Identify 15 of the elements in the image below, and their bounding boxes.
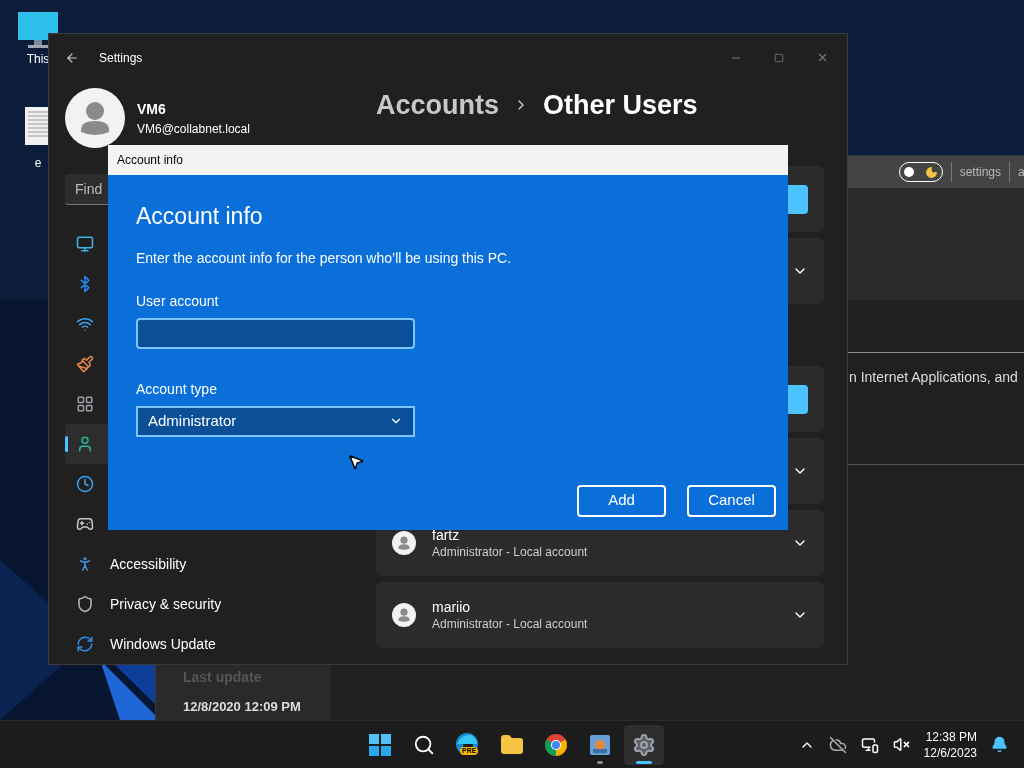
body-text: n Internet Applications, and [849, 369, 1018, 385]
user-name: mariio [432, 598, 472, 616]
window-title: Settings [99, 49, 143, 67]
user-name: VM6 [137, 99, 167, 119]
user-name: fartz [432, 526, 461, 544]
field-label: User account [136, 291, 220, 311]
user-detail: Administrator - Local account [432, 616, 589, 632]
dialog-heading: Account info [136, 202, 264, 231]
user-detail: Administrator - Local account [432, 544, 589, 560]
field-label: Account type [136, 379, 218, 399]
page-title: Other Users [543, 88, 698, 122]
dialog-title: Account info [117, 152, 184, 169]
user-email: VM6@collabnet.local [137, 120, 250, 138]
last-update-value: 12/8/2020 12:09 PM [183, 697, 302, 716]
dialog-description: Enter the account info for the person who’ll be using this PC. [136, 248, 513, 268]
